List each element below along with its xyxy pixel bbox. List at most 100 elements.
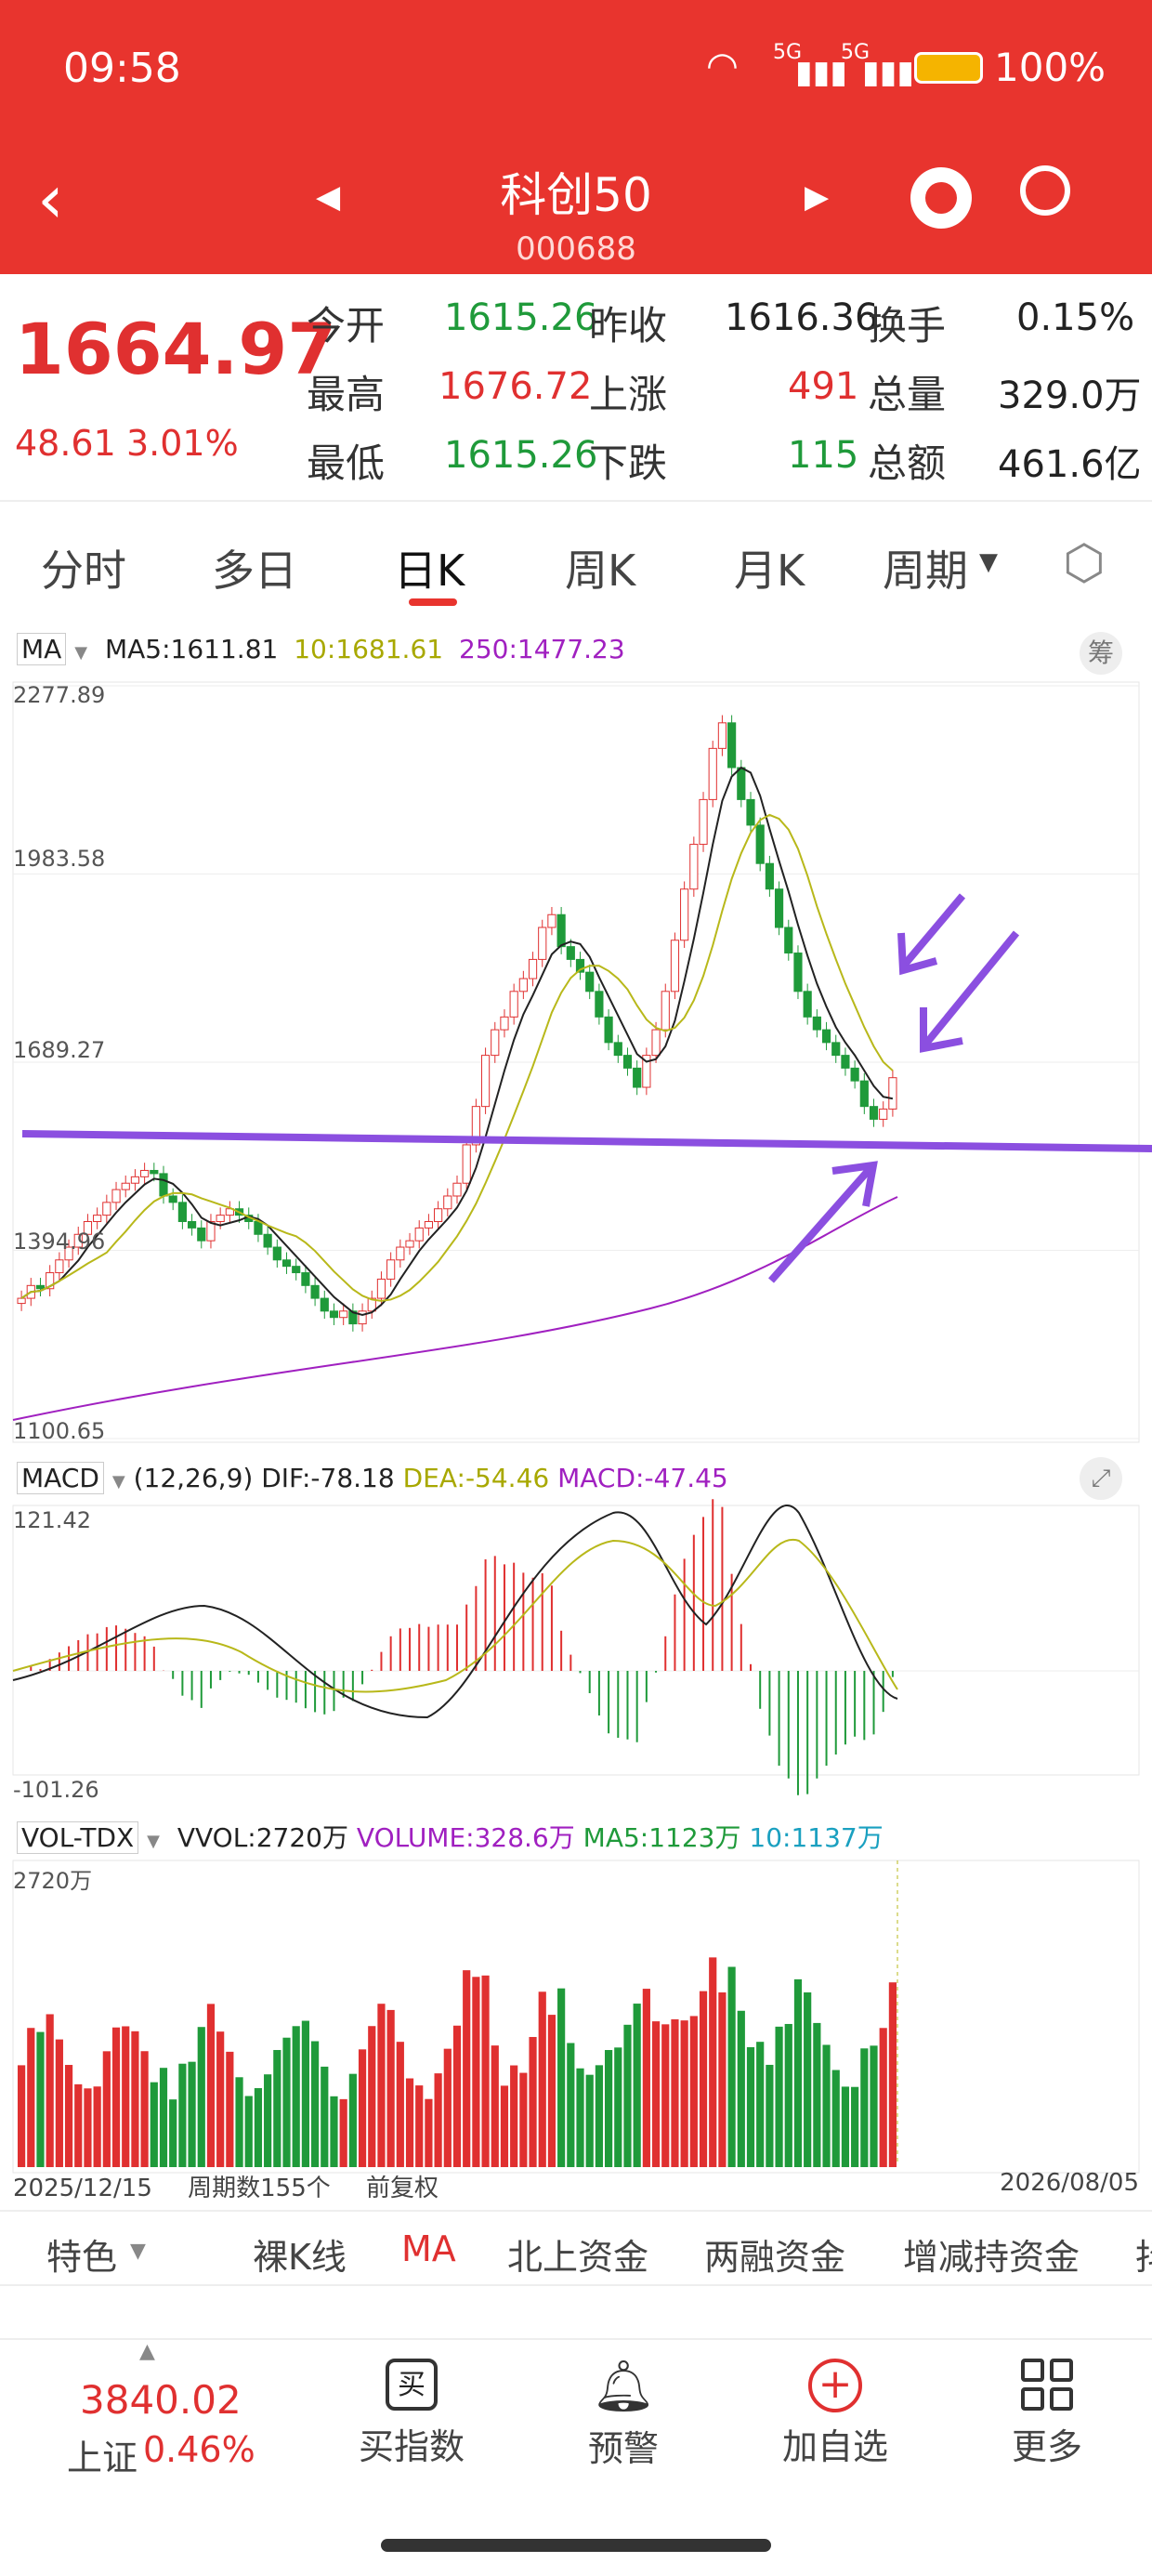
arrow-3 [768,1166,872,1283]
volume-bar [851,2086,859,2167]
indicator-naked-k[interactable]: 裸K线 [253,2228,347,2280]
volume-bar [500,2085,509,2167]
open-label: 今开 [307,303,386,348]
candle [841,1055,850,1069]
candle [888,1077,897,1110]
chip-button[interactable]: 筹 [1080,632,1122,675]
settings-icon[interactable]: ⬡ [1063,535,1105,591]
volume-bar [244,2096,253,2167]
dea-line [12,1538,898,1693]
buy-index-button[interactable]: 买 买指数 [351,2359,472,2469]
time-axis: 2025/12/15 周期数155个 前复权 2026/08/05 [13,2169,1139,2203]
candle [177,1202,187,1223]
volume-bar [804,1992,812,2167]
volume-bar [822,2044,831,2167]
candle [121,1182,130,1190]
period-tabs: 分时 多日 日K 周K 月K 周期 ▼ ⬡ [0,520,1152,613]
volume-bar [206,2004,216,2167]
ma250-value: 250:1477.23 [459,634,625,664]
macd-selector[interactable]: MACD [17,1462,104,1494]
axis-end: 2026/08/05 [1000,2169,1139,2197]
tab-weekly-k[interactable]: 周K [565,537,635,598]
index-name: 上证 [67,2438,138,2478]
ma250-line [12,1196,898,1421]
kline-chart[interactable] [0,621,1152,2201]
indicator-holding-change[interactable]: 增减持资金 [903,2228,1080,2280]
turnover-label: 换手 [868,303,947,348]
volume-legend: VOL-TDX ▼ VVOL:2720万 VOLUME:328.6万 MA5:1… [17,1818,884,1855]
support-line [21,1130,1152,1152]
axis-start: 2025/12/15 [13,2175,152,2202]
volume-bar [888,1982,897,2167]
candle [670,940,680,992]
wifi-icon: ◠ [706,45,739,87]
candle [424,1221,434,1229]
add-watchlist-button[interactable]: + 加自选 [775,2359,896,2469]
candle [159,1173,168,1197]
candle [197,1227,206,1242]
volume-bar [557,1988,566,2167]
volume-bar [122,2026,130,2167]
candle [746,798,755,826]
candle [462,1144,471,1184]
indicator-more[interactable]: 抖 [1135,2228,1152,2280]
ma-selector[interactable]: MA [17,633,67,665]
vol-ma5-value: MA5:1123万 [583,1822,741,1853]
prev-value: 1616.36 [725,296,879,339]
more-button[interactable]: 更多 [987,2359,1107,2469]
tab-period[interactable]: 周期 [883,537,968,598]
ma10-line [20,813,894,1302]
tab-multiday[interactable]: 多日 [212,537,297,598]
indicator-special[interactable]: 特色 [46,2228,117,2280]
prev-stock-icon[interactable]: ◀ [316,178,340,216]
volume-bar [642,1989,650,2167]
candle [55,1259,64,1274]
indicator-ma[interactable]: MA [401,2228,456,2269]
volume-bar [481,1975,490,2167]
macd-legend: MACD ▼ (12,26,9) DIF:-78.18 DEA:-54.46 M… [17,1462,728,1494]
tab-intraday[interactable]: 分时 [41,537,126,598]
volume-bar [425,2098,433,2167]
volume-bar [64,2065,73,2167]
indicator-northbound[interactable]: 北上资金 [507,2228,648,2280]
search-icon[interactable] [1020,165,1070,216]
candle [622,1055,633,1069]
candle [452,1182,462,1197]
candle [803,991,812,1018]
open-value: 1615.26 [444,296,598,339]
tab-monthly-k[interactable]: 月K [734,537,805,598]
candle [272,1246,281,1261]
candles [17,715,897,1332]
expand-icon[interactable]: ⤢ [1080,1457,1122,1500]
volume-bar [793,1978,803,2167]
volume-bar [595,2065,603,2167]
back-icon[interactable]: ‹ [37,160,64,238]
candle [812,1016,821,1031]
indicator-margin[interactable]: 两融资金 [704,2228,845,2280]
price-change: 48.61 [15,423,116,464]
index-value[interactable]: 3840.02 [80,2377,242,2423]
macd-y-top: 121.42 [13,1507,91,1533]
volume-bar [18,2065,26,2167]
volume-bar [813,2022,821,2167]
volume-bar [330,2096,338,2167]
candle [717,722,727,749]
candle [376,1278,386,1299]
volume-bar [55,2039,63,2167]
vol-selector[interactable]: VOL-TDX [17,1821,139,1854]
tab-daily-k[interactable]: 日K [394,537,465,598]
volume-bar [264,2074,272,2167]
mascot-icon[interactable] [910,167,972,229]
price-change-pct: 3.01% [126,423,239,464]
turnover-value: 0.15% [1016,296,1135,339]
next-stock-icon[interactable]: ▶ [805,178,829,216]
volume-bar [415,2085,424,2167]
candle [680,888,689,941]
chevron-down-icon: ▼ [74,643,88,663]
volume-bar [746,2046,755,2167]
candle [292,1266,301,1274]
volume-bar [661,2024,670,2167]
up-count: 491 [788,365,859,408]
alert-button[interactable]: 🔔︎ 预警 [563,2359,684,2471]
volume-bar [159,2068,168,2167]
